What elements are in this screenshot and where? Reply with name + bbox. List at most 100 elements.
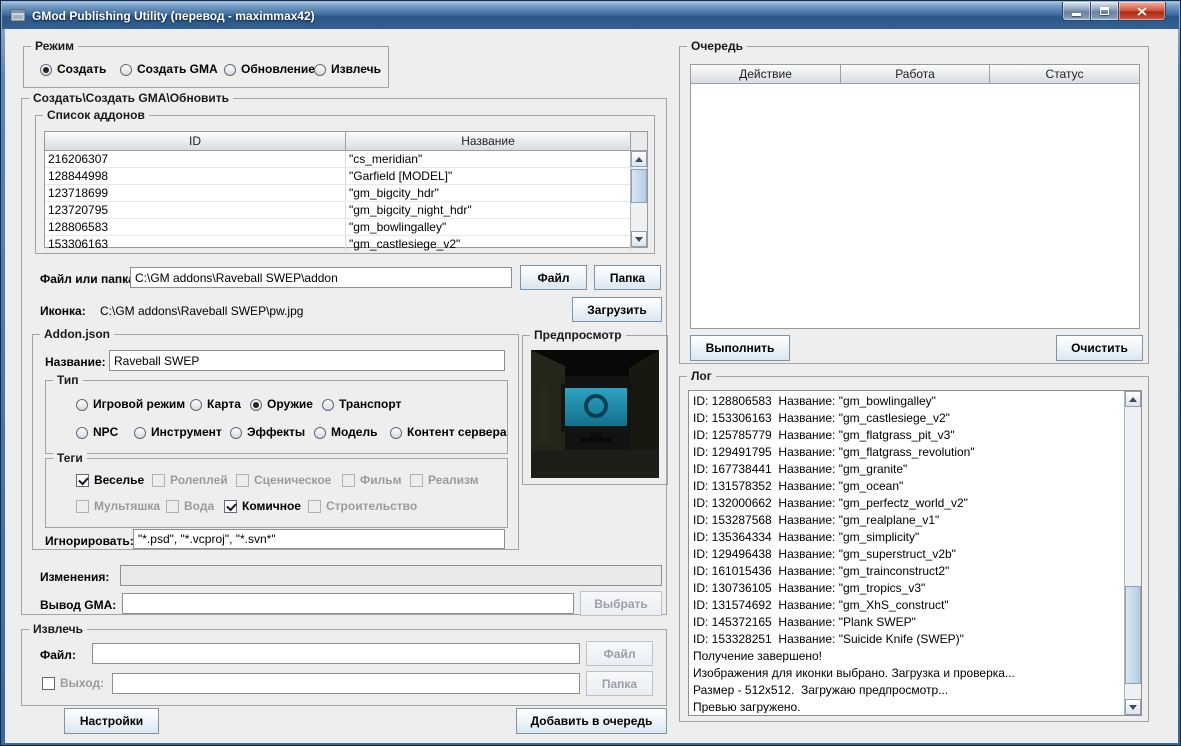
- mode-group: Режим Создать Создать GMA Обновление Изв…: [23, 39, 389, 88]
- radio-label: Оружие: [267, 397, 313, 411]
- radio-tool[interactable]: Инструмент: [134, 425, 222, 440]
- cell-id: 123720795: [45, 202, 346, 218]
- scrollbar-thumb[interactable]: [1125, 586, 1141, 684]
- log-group: Лог ID: 128806583 Название: "gm_bowlinga…: [679, 369, 1149, 722]
- app-icon: [10, 8, 26, 24]
- log-line: Размер - 512x512. Загружаю предпросмотр.…: [693, 683, 949, 697]
- checkbox-label: Веселье: [94, 473, 145, 487]
- column-header-id[interactable]: ID: [45, 132, 346, 151]
- arrow-up-icon: [1129, 396, 1137, 402]
- cell-id: 128806583: [45, 219, 346, 235]
- output-checkbox[interactable]: Выход:: [42, 676, 104, 691]
- load-icon-button[interactable]: Загрузить: [572, 297, 662, 322]
- queue-group-title: Очередь: [687, 39, 747, 53]
- ignore-input[interactable]: [133, 529, 505, 549]
- log-line: ID: 130736105 Название: "gm_tropics_v3": [693, 581, 926, 595]
- radio-create-gma[interactable]: Создать GMA: [120, 62, 218, 77]
- table-row[interactable]: 216206307 "cs_meridian": [45, 151, 647, 168]
- table-row[interactable]: 123720795 "gm_bigcity_night_hdr": [45, 202, 647, 219]
- addon-name-input[interactable]: [109, 350, 505, 371]
- icon-label: Иконка:: [40, 304, 86, 318]
- log-line: ID: 131574692 Название: "gm_XhS_construc…: [693, 598, 949, 612]
- table-row[interactable]: 128806583 "gm_bowlingalley": [45, 219, 647, 236]
- titlebar[interactable]: GMod Publishing Utility (перевод - maxim…: [2, 2, 1179, 29]
- extract-file-input[interactable]: [92, 643, 580, 664]
- file-or-folder-label: Файл или папка:: [40, 272, 139, 286]
- radio-gamemode[interactable]: Игровой режим: [76, 397, 185, 412]
- create-group: Создать\Создать GMA\Обновить Список аддо…: [21, 91, 668, 616]
- log-scrollbar[interactable]: [1124, 391, 1141, 715]
- radio-weapon[interactable]: Оружие: [250, 397, 313, 412]
- changes-input: [120, 565, 662, 586]
- minimize-icon: [1072, 12, 1081, 16]
- radio-map[interactable]: Карта: [190, 397, 241, 412]
- checkbox-comic[interactable]: Комичное: [224, 499, 301, 514]
- minimize-button[interactable]: [1062, 2, 1091, 21]
- scroll-down-button[interactable]: [1125, 699, 1141, 715]
- checkbox-icon: [42, 677, 55, 690]
- checkbox-label: Фильм: [360, 473, 402, 487]
- scroll-up-button[interactable]: [1125, 391, 1141, 407]
- checkbox-icon: [224, 500, 237, 513]
- checkbox-label: Ролеплей: [170, 473, 228, 487]
- checkbox-fun[interactable]: Веселье: [76, 473, 144, 488]
- name-label: Название:: [45, 355, 106, 369]
- ignore-label: Игнорировать:: [45, 534, 134, 548]
- file-button[interactable]: Файл: [520, 265, 587, 290]
- close-button[interactable]: [1119, 2, 1166, 21]
- column-header-job[interactable]: Работа: [841, 65, 990, 84]
- radio-create[interactable]: Создать: [40, 62, 106, 77]
- scroll-up-button[interactable]: [631, 151, 647, 167]
- radio-label: Игровой режим: [93, 397, 186, 411]
- maximize-button[interactable]: [1091, 2, 1119, 21]
- radio-extract[interactable]: Извлечь: [314, 62, 381, 77]
- table-row[interactable]: 153306163 "gm_castlesiege_v2": [45, 236, 647, 253]
- icon-path-value: C:\GM addons\Raveball SWEP\pw.jpg: [100, 304, 304, 318]
- preview-image: [531, 350, 659, 478]
- queue-table-header: Действие Работа Статус: [691, 65, 1139, 84]
- output-checkbox-label: Выход:: [60, 676, 105, 690]
- table-row[interactable]: 123718699 "gm_bigcity_hdr": [45, 185, 647, 202]
- addon-list-scrollbar[interactable]: [630, 151, 647, 247]
- radio-update[interactable]: Обновление: [224, 62, 315, 77]
- run-button[interactable]: Выполнить: [690, 335, 790, 361]
- radio-label: Контент сервера: [407, 425, 507, 439]
- scrollbar-thumb[interactable]: [631, 169, 647, 203]
- queue-table: Действие Работа Статус: [690, 64, 1140, 329]
- content-area: Режим Создать Создать GMA Обновление Изв…: [5, 29, 1178, 743]
- radio-label: Создать GMA: [137, 62, 218, 76]
- settings-button[interactable]: Настройки: [64, 708, 159, 734]
- column-header-action[interactable]: Действие: [691, 65, 841, 84]
- arrow-down-icon: [1129, 704, 1137, 710]
- extract-group: Извлечь Файл: Файл Выход: Папка: [21, 622, 667, 706]
- gma-output-input[interactable]: [122, 593, 574, 614]
- scroll-corner: [630, 132, 647, 151]
- radio-model[interactable]: Модель: [314, 425, 377, 440]
- radio-server-content[interactable]: Контент сервера: [390, 425, 507, 440]
- radio-icon: [230, 426, 242, 439]
- add-to-queue-button[interactable]: Добавить в очередь: [516, 708, 667, 734]
- column-header-status[interactable]: Статус: [990, 65, 1139, 84]
- choose-button: Выбрать: [580, 591, 662, 616]
- table-row[interactable]: 128844998 "Garfield [MODEL]": [45, 168, 647, 185]
- column-header-name[interactable]: Название: [346, 132, 631, 151]
- scroll-down-button[interactable]: [631, 231, 647, 247]
- extract-output-input[interactable]: [112, 673, 580, 694]
- app-window: GMod Publishing Utility (перевод - maxim…: [0, 0, 1181, 746]
- log-textarea[interactable]: ID: 128806583 Название: "gm_bowlingalley…: [688, 390, 1142, 716]
- tags-group-title: Теги: [53, 451, 87, 465]
- radio-effects[interactable]: Эффекты: [230, 425, 305, 440]
- radio-vehicle[interactable]: Транспорт: [322, 397, 401, 412]
- checkbox-realism: Реализм: [410, 473, 479, 488]
- log-line: ID: 131578352 Название: "gm_ocean": [693, 479, 904, 493]
- clear-button[interactable]: Очистить: [1056, 335, 1143, 361]
- file-or-folder-input[interactable]: [130, 267, 512, 288]
- checkbox-build: Строительство: [308, 499, 417, 514]
- radio-icon: [134, 426, 146, 439]
- checkbox-water: Вода: [166, 499, 214, 514]
- radio-npc[interactable]: NPC: [76, 425, 118, 440]
- folder-button[interactable]: Папка: [594, 265, 661, 290]
- radio-icon: [314, 63, 326, 76]
- radio-icon: [250, 398, 262, 411]
- checkbox-label: Строительство: [326, 499, 418, 513]
